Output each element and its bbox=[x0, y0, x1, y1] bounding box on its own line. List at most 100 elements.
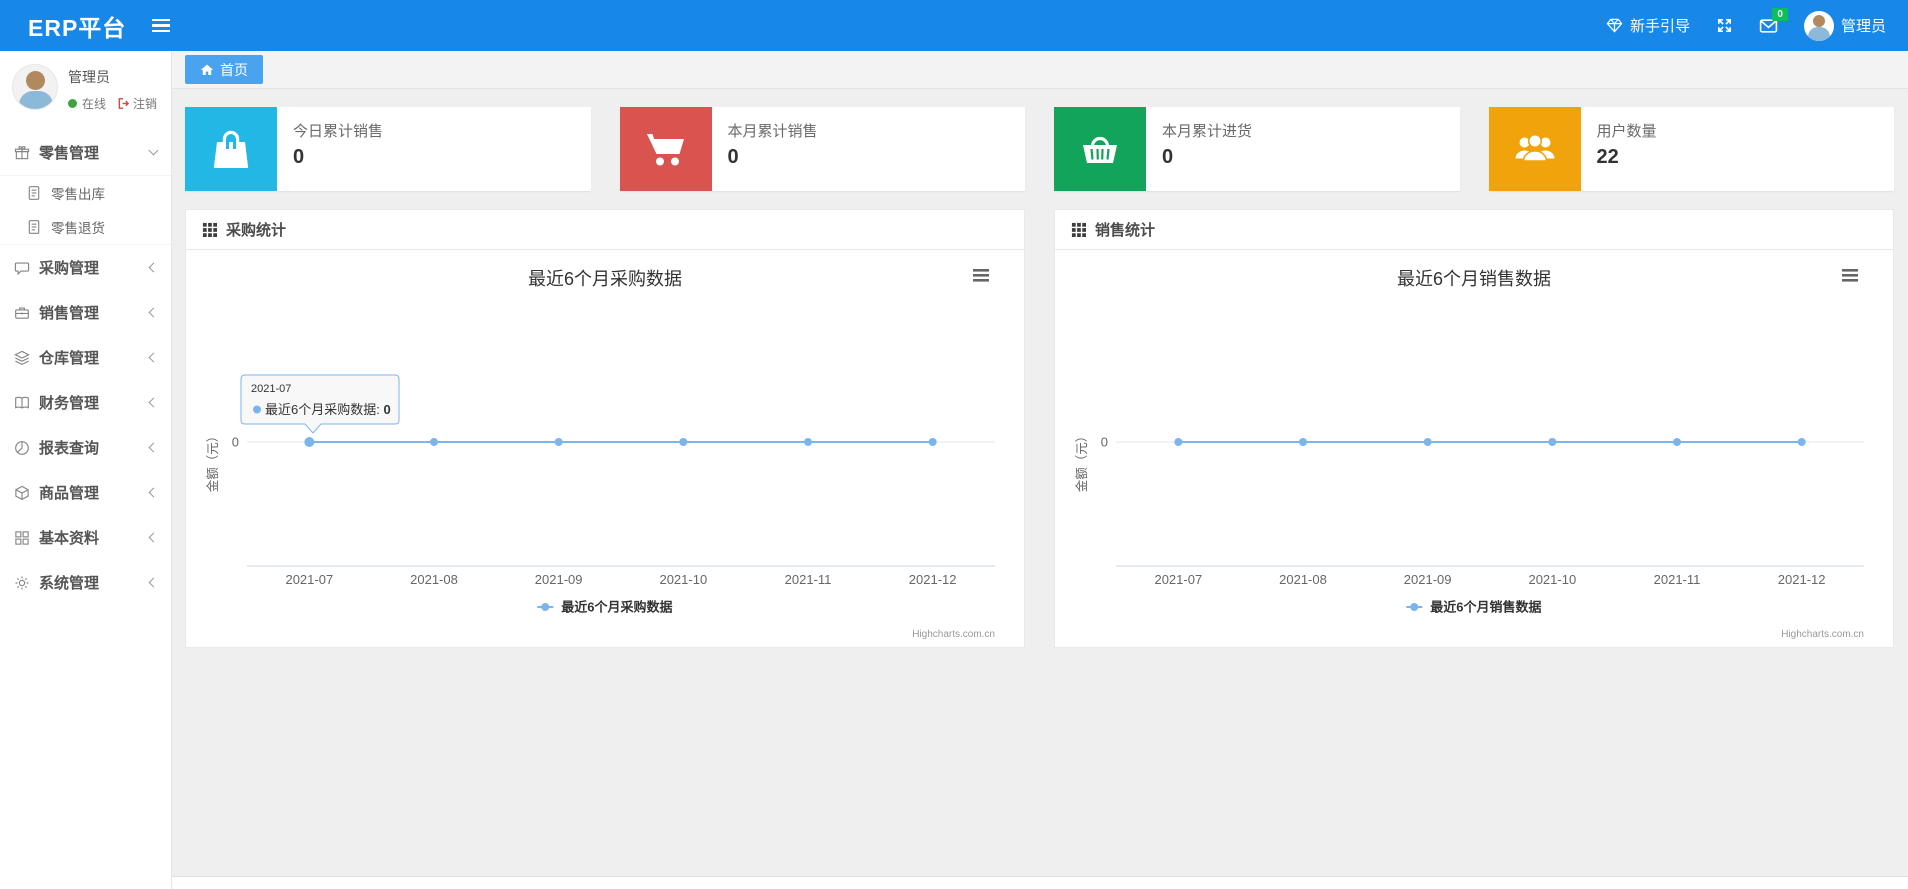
sidebar-item[interactable]: 商品管理 bbox=[0, 470, 171, 515]
x-tick-label: 2021-12 bbox=[1778, 572, 1826, 587]
chart-context-menu-button[interactable] bbox=[1838, 265, 1866, 287]
sidebar-item-label: 仓库管理 bbox=[39, 350, 100, 367]
avatar bbox=[12, 64, 58, 110]
x-tick-label: 2021-07 bbox=[285, 572, 333, 587]
sidebar-subitem[interactable]: 零售退货 bbox=[0, 210, 171, 244]
y-axis-title: 金额（元） bbox=[1074, 430, 1089, 493]
data-point[interactable] bbox=[1299, 438, 1307, 446]
sidebar-user-name: 管理员 bbox=[68, 69, 110, 85]
stat-card-label: 今日累计销售 bbox=[293, 123, 384, 140]
stat-card: 本月累计进货 0 bbox=[1054, 107, 1460, 191]
legend[interactable]: 最近6个月销售数据 bbox=[1406, 600, 1541, 615]
data-point[interactable] bbox=[1423, 438, 1432, 446]
sidebar-item-label: 财务管理 bbox=[39, 395, 100, 412]
users-icon bbox=[1488, 107, 1581, 191]
data-point[interactable] bbox=[1548, 438, 1557, 446]
chart-panels-row: 采购统计 最近6个月采购数据 金额（元） 0 2021-07 2021-08 2021-… bbox=[185, 209, 1894, 648]
stat-card-value: 0 bbox=[1162, 146, 1174, 168]
x-tick-label: 2021-11 bbox=[1654, 572, 1701, 587]
stat-card: 本月累计销售 0 bbox=[619, 107, 1025, 191]
gem-icon bbox=[1606, 17, 1623, 34]
panel-body: 最近6个月销售数据 金额（元） 0 2021-07 2021-08 2021-09 202… bbox=[1055, 250, 1893, 649]
chart-context-menu-button[interactable] bbox=[969, 265, 997, 287]
th-grid-icon bbox=[1071, 222, 1086, 237]
online-status-icon bbox=[68, 99, 77, 108]
sidebar-item[interactable]: 仓库管理 bbox=[0, 335, 171, 380]
sidebar-item-label: 基本资料 bbox=[39, 530, 100, 547]
x-tick-label: 2021-07 bbox=[1154, 572, 1202, 587]
sidebar-item-label: 商品管理 bbox=[39, 485, 100, 502]
panel-body: 最近6个月采购数据 金额（元） 0 2021-07 2021-08 2021-09 202… bbox=[186, 250, 1024, 649]
panel-title: 采购统计 bbox=[226, 222, 287, 239]
sidebar-toggle-icon[interactable] bbox=[152, 16, 171, 36]
book-icon bbox=[14, 395, 30, 411]
sidebar-item[interactable]: 采购管理 bbox=[0, 245, 171, 290]
message-count-badge: 0 bbox=[1772, 8, 1788, 21]
legend[interactable]: 最近6个月采购数据 bbox=[537, 600, 672, 615]
x-tick-label: 2021-09 bbox=[1404, 572, 1452, 587]
pie-chart-icon bbox=[14, 440, 30, 456]
logout-button[interactable]: 注销 bbox=[117, 95, 157, 112]
stat-card-label: 用户数量 bbox=[1596, 123, 1657, 140]
data-point[interactable] bbox=[804, 438, 812, 446]
chart-title: 最近6个月销售数据 bbox=[1397, 269, 1551, 289]
panel-header: 销售统计 bbox=[1055, 210, 1893, 250]
top-navbar: ERP平台 新手引导 0 管理员 bbox=[0, 0, 1908, 51]
basket-icon bbox=[1054, 107, 1146, 191]
chart-tooltip: 2021-07 最近6个月采购数据: 0 bbox=[240, 374, 400, 434]
credits-link[interactable]: Highcharts.com.cn bbox=[912, 629, 995, 640]
y-tick-label: 0 bbox=[232, 435, 239, 450]
data-point[interactable] bbox=[1174, 438, 1183, 446]
chevron-left-icon bbox=[148, 532, 159, 543]
data-point[interactable] bbox=[554, 438, 563, 446]
line-chart: 最近6个月销售数据 金额（元） 0 2021-07 2021-08 2021-09 202… bbox=[1074, 265, 1866, 640]
data-point[interactable] bbox=[1797, 438, 1806, 446]
sidebar-item-label: 采购管理 bbox=[39, 260, 100, 277]
y-tick-label: 0 bbox=[1101, 435, 1108, 450]
sidebar-item[interactable]: 报表查询 bbox=[0, 425, 171, 470]
breadcrumb-home-tab[interactable]: 首页 bbox=[185, 55, 263, 84]
gear-icon bbox=[14, 575, 30, 591]
credits-link[interactable]: Highcharts.com.cn bbox=[1781, 629, 1864, 640]
x-tick-label: 2021-10 bbox=[659, 572, 707, 587]
chevron-left-icon bbox=[148, 262, 159, 273]
data-point[interactable] bbox=[928, 438, 937, 446]
doc-icon bbox=[26, 185, 42, 201]
data-point[interactable] bbox=[1673, 438, 1681, 446]
chevron-left-icon bbox=[148, 307, 159, 318]
online-status-label: 在线 bbox=[82, 97, 107, 111]
sidebar-item[interactable]: 基本资料 bbox=[0, 515, 171, 560]
fullscreen-button[interactable] bbox=[1716, 17, 1733, 34]
stat-card-value: 22 bbox=[1596, 146, 1619, 168]
user-menu[interactable]: 管理员 bbox=[1803, 10, 1886, 41]
sidebar-item[interactable]: 销售管理 bbox=[0, 290, 171, 335]
x-tick-label: 2021-08 bbox=[410, 572, 458, 587]
chevron-left-icon bbox=[148, 487, 159, 498]
stat-card: 今日累计销售 0 bbox=[185, 107, 591, 191]
legend-label: 最近6个月采购数据 bbox=[561, 600, 672, 615]
shopping-bag-icon bbox=[185, 107, 277, 191]
x-tick-label: 2021-08 bbox=[1279, 572, 1327, 587]
legend-label: 最近6个月销售数据 bbox=[1430, 600, 1541, 615]
stat-card-value: 0 bbox=[293, 146, 305, 168]
sidebar-item-label: 系统管理 bbox=[39, 575, 100, 592]
chart-panel: 采购统计 最近6个月采购数据 金额（元） 0 2021-07 2021-08 2021-… bbox=[185, 209, 1025, 648]
doc-icon bbox=[26, 219, 42, 235]
box-icon bbox=[14, 485, 30, 501]
sidebar-item[interactable]: 零售管理 bbox=[0, 130, 171, 175]
sidebar-item[interactable]: 系统管理 bbox=[0, 560, 171, 605]
messages-button[interactable]: 0 bbox=[1759, 8, 1788, 34]
x-tick-label: 2021-10 bbox=[1528, 572, 1576, 587]
sidebar-item-label: 销售管理 bbox=[39, 305, 100, 322]
sidebar-item[interactable]: 财务管理 bbox=[0, 380, 171, 425]
briefcase-icon bbox=[14, 305, 30, 321]
main-content: 首页 今日累计销售 0 本月累计销售 0 本月累计进货 0 用户数量 22 采购… bbox=[172, 51, 1908, 889]
data-point[interactable] bbox=[304, 437, 315, 447]
sidebar: 管理员 在线 注销 零售管理 零售出库 零售退货 采购管理 销售管理 仓库管理 … bbox=[0, 51, 172, 889]
data-point[interactable] bbox=[430, 438, 438, 446]
chevron-down-icon bbox=[148, 145, 159, 156]
stat-card-label: 本月累计进货 bbox=[1162, 123, 1253, 140]
guide-button[interactable]: 新手引导 bbox=[1606, 15, 1690, 36]
data-point[interactable] bbox=[679, 438, 688, 446]
sidebar-subitem[interactable]: 零售出库 bbox=[0, 176, 171, 210]
